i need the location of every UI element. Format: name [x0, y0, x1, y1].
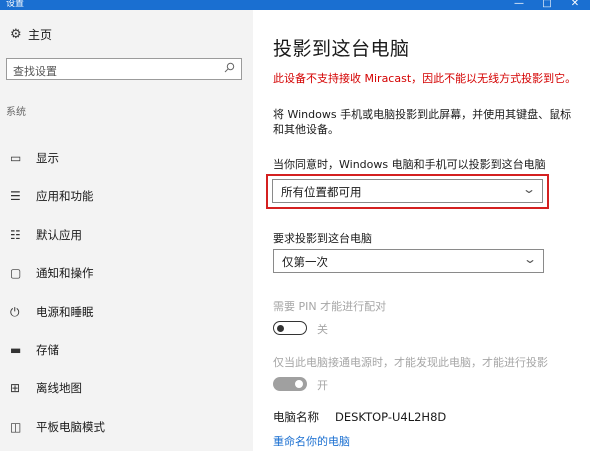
sidebar-item-display[interactable]: ▭ 显示 — [10, 150, 59, 166]
gear-icon: ⚙ — [10, 27, 22, 42]
home-label: 主页 — [28, 28, 53, 42]
search-placeholder: 查找设置 — [13, 65, 57, 78]
power-toggle[interactable] — [273, 377, 307, 391]
pc-name-value: DESKTOP-U4L2H8D — [335, 410, 447, 424]
ask-dropdown[interactable]: 仅第一次 ⌄ — [273, 249, 544, 273]
close-button[interactable]: ✕ — [561, 0, 589, 10]
toggle-knob — [277, 324, 284, 332]
pin-toggle[interactable] — [273, 321, 307, 335]
search-icon[interactable] — [224, 62, 235, 76]
availability-dropdown[interactable]: 所有位置都可用 ⌄ — [272, 179, 543, 203]
sidebar-item-label: 通知和操作 — [36, 266, 94, 280]
page-title: 投影到这台电脑 — [273, 38, 410, 60]
sidebar-item-notifications[interactable]: ▢ 通知和操作 — [10, 265, 94, 281]
sidebar-item-label: 电源和睡眠 — [36, 305, 94, 319]
sidebar-item-label: 默认应用 — [36, 228, 82, 242]
pc-name-row: 电脑名称 DESKTOP-U4L2H8D — [273, 409, 446, 425]
sidebar-item-storage[interactable]: ▬ 存储 — [10, 342, 59, 358]
sidebar-item-tablet-mode[interactable]: ◫ 平板电脑模式 — [10, 419, 105, 435]
power-label: 仅当此电脑接通电源时，才能发现此电脑，才能进行投影 — [273, 356, 548, 369]
pin-label: 需要 PIN 才能进行配对 — [273, 300, 387, 313]
tablet-mode-icon: ◫ — [10, 420, 22, 434]
pc-name-label: 电脑名称 — [273, 410, 319, 424]
sidebar-item-maps[interactable]: ⊞ 离线地图 — [10, 380, 82, 396]
power-state: 开 — [317, 379, 328, 392]
title-bar: 设置 — □ ✕ — [0, 0, 590, 10]
sidebar-item-label: 离线地图 — [36, 381, 82, 395]
apps-list-icon: ☰ — [10, 189, 21, 203]
sidebar-item-default-apps[interactable]: ☷ 默认应用 — [10, 227, 82, 243]
sidebar-item-power[interactable]: ⏻ 电源和睡眠 — [10, 304, 94, 320]
search-input[interactable]: 查找设置 — [6, 58, 242, 80]
sidebar-item-apps[interactable]: ☰ 应用和功能 — [10, 188, 94, 204]
projection-description: 将 Windows 手机或电脑投影到此屏幕，并使用其键盘、鼠标和其他设备。 — [273, 108, 572, 136]
chevron-down-icon: ⌄ — [521, 182, 537, 196]
display-icon: ▭ — [10, 151, 22, 165]
window-title: 设置 — [6, 0, 25, 9]
sidebar-item-label: 存储 — [36, 343, 59, 357]
ask-label: 要求投影到这台电脑 — [273, 232, 372, 245]
availability-value: 所有位置都可用 — [281, 185, 362, 199]
miracast-warning: 此设备不支持接收 Miracast，因此不能以无线方式投影到它。 — [273, 72, 577, 85]
power-icon: ⏻ — [10, 304, 20, 319]
notification-icon: ▢ — [10, 266, 22, 280]
availability-label: 当你同意时，Windows 电脑和手机可以投影到这台电脑 — [273, 158, 546, 171]
chevron-down-icon: ⌄ — [522, 252, 538, 266]
sidebar-item-label: 应用和功能 — [36, 189, 94, 203]
sidebar-item-home[interactable]: ⚙ 主页 — [10, 26, 52, 43]
map-icon: ⊞ — [10, 381, 21, 395]
maximize-button[interactable]: □ — [533, 0, 561, 10]
rename-pc-link[interactable]: 重命名你的电脑 — [273, 433, 350, 449]
default-apps-icon: ☷ — [10, 228, 21, 242]
ask-value: 仅第一次 — [282, 255, 328, 269]
sidebar-item-label: 显示 — [36, 151, 59, 165]
minimize-button[interactable]: — — [505, 0, 533, 10]
section-label: 系统 — [6, 107, 26, 118]
storage-icon: ▬ — [10, 343, 22, 357]
toggle-knob — [295, 380, 303, 388]
sidebar-item-label: 平板电脑模式 — [36, 420, 105, 434]
pin-state: 关 — [317, 323, 328, 336]
